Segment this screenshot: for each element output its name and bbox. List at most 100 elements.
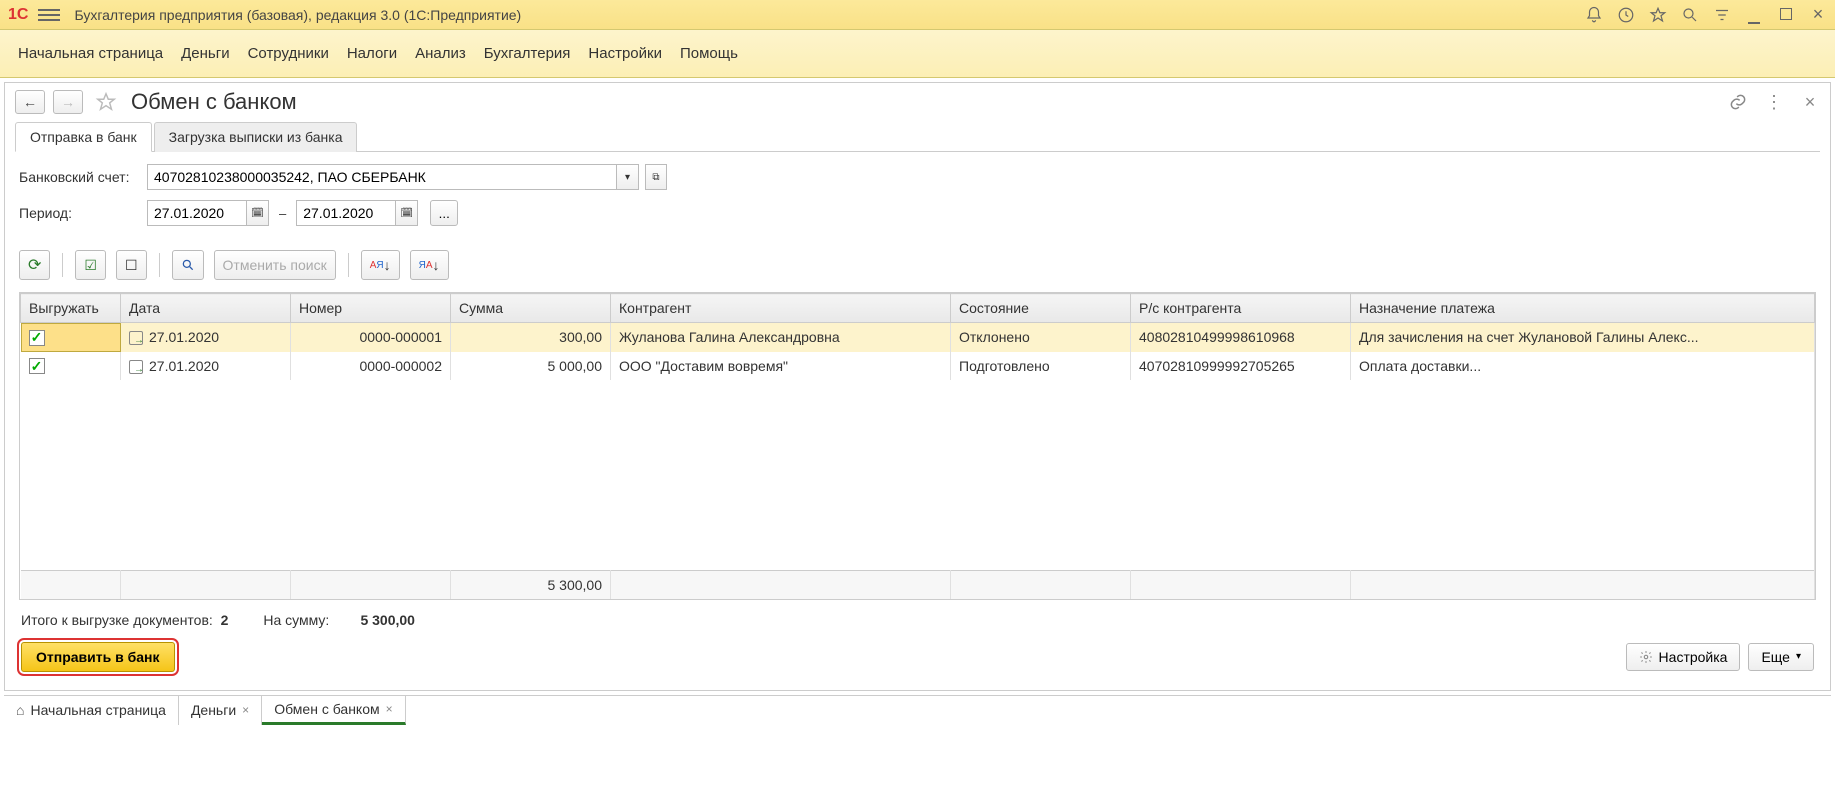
bank-account-label: Банковский счет: (19, 169, 147, 185)
total-sum-cell: 5 300,00 (451, 570, 611, 599)
menu-employees[interactable]: Сотрудники (248, 45, 329, 62)
documents-table: Выгружать Дата Номер Сумма Контрагент Со… (19, 292, 1816, 600)
cell-purpose: Для зачисления на счет Жулановой Галины … (1351, 323, 1815, 352)
maximize-button[interactable] (1777, 6, 1795, 24)
history-icon[interactable] (1617, 6, 1635, 24)
date-to-input[interactable] (296, 200, 396, 226)
filter-icon[interactable] (1713, 6, 1731, 24)
row-checkbox[interactable]: ✓ (29, 358, 45, 374)
app-title: Бухгалтерия предприятия (базовая), редак… (74, 7, 1585, 23)
refresh-button[interactable]: ⟳ (19, 250, 50, 280)
col-date[interactable]: Дата (121, 294, 291, 323)
summary-sum-value: 5 300,00 (360, 612, 415, 628)
period-label: Период: (19, 205, 147, 221)
summary-sum-label: На сумму: (263, 612, 329, 628)
menu-analysis[interactable]: Анализ (415, 45, 466, 62)
menu-money[interactable]: Деньги (181, 45, 229, 62)
sort-asc-button[interactable]: АЯ↓ (361, 250, 400, 280)
tab-send-to-bank[interactable]: Отправка в банк (15, 122, 152, 152)
tab-load-statement[interactable]: Загрузка выписки из банка (154, 122, 358, 152)
summary-docs-count: 2 (221, 612, 229, 628)
bottom-tab-home[interactable]: ⌂ Начальная страница (4, 696, 179, 725)
cell-purpose: Оплата доставки... (1351, 352, 1815, 381)
summary-docs-label: Итого к выгрузке документов: (21, 612, 213, 628)
bank-account-input[interactable] (147, 164, 617, 190)
title-bar: 1C Бухгалтерия предприятия (базовая), ре… (0, 0, 1835, 30)
menu-settings[interactable]: Настройки (588, 45, 662, 62)
table-empty-space (21, 380, 1815, 570)
sort-desc-button[interactable]: ЯА↓ (410, 250, 449, 280)
cell-cp-account: 40702810999992705265 (1131, 352, 1351, 381)
favorite-star-icon[interactable] (95, 91, 117, 113)
bank-account-open-button[interactable]: ⧉ (645, 164, 667, 190)
star-icon[interactable] (1649, 6, 1667, 24)
col-status[interactable]: Состояние (951, 294, 1131, 323)
bottom-tab-money[interactable]: Деньги × (179, 696, 262, 725)
cell-cp-account: 40802810499998610968 (1131, 323, 1351, 352)
col-counterparty[interactable]: Контрагент (611, 294, 951, 323)
chevron-down-icon: ▾ (1796, 651, 1801, 662)
settings-button[interactable]: Настройка (1626, 643, 1741, 671)
period-picker-button[interactable]: ... (430, 200, 458, 226)
bottom-tab-bank-label: Обмен с банком (274, 701, 379, 717)
bottom-tab-home-label: Начальная страница (30, 702, 165, 718)
logo-1c: 1C (8, 6, 28, 24)
close-button[interactable]: × (1809, 6, 1827, 24)
bell-icon[interactable] (1585, 6, 1603, 24)
cell-number: 0000-000002 (291, 352, 451, 381)
cell-date: 27.01.2020 (149, 329, 219, 345)
col-sum[interactable]: Сумма (451, 294, 611, 323)
nav-back-button[interactable]: ← (15, 90, 45, 114)
row-checkbox[interactable]: ✓ (29, 330, 45, 346)
uncheck-all-button[interactable]: ☐ (116, 250, 147, 280)
cell-date: 27.01.2020 (149, 358, 219, 374)
main-menu: Начальная страница Деньги Сотрудники Нал… (0, 30, 1835, 78)
date-from-calendar-button[interactable]: 🗓 (247, 200, 269, 226)
col-number[interactable]: Номер (291, 294, 451, 323)
table-row[interactable]: ✓ 27.01.2020 0000-000001 300,00 Жуланова… (21, 323, 1815, 352)
document-icon (129, 331, 143, 345)
bottom-tab-bank-exchange[interactable]: Обмен с банком × (262, 696, 405, 725)
bottom-tabs: ⌂ Начальная страница Деньги × Обмен с ба… (4, 695, 1831, 725)
table-totals-row: 5 300,00 (21, 570, 1815, 599)
col-export[interactable]: Выгружать (21, 294, 121, 323)
check-all-button[interactable]: ☑ (75, 250, 106, 280)
find-button[interactable] (172, 250, 204, 280)
page-title: Обмен с банком (131, 89, 1712, 115)
menu-taxes[interactable]: Налоги (347, 45, 397, 62)
close-page-button[interactable]: × (1800, 92, 1820, 112)
date-from-input[interactable] (147, 200, 247, 226)
cell-counterparty: Жуланова Галина Александровна (611, 323, 951, 352)
more-button[interactable]: Еще ▾ (1748, 643, 1814, 671)
date-to-calendar-button[interactable]: 🗓 (396, 200, 418, 226)
cell-sum: 5 000,00 (451, 352, 611, 381)
menu-help[interactable]: Помощь (680, 45, 738, 62)
bottom-tab-money-label: Деньги (191, 702, 236, 718)
cell-status: Подготовлено (951, 352, 1131, 381)
minimize-button[interactable] (1745, 6, 1763, 24)
col-cp-account[interactable]: Р/с контрагента (1131, 294, 1351, 323)
nav-forward-button[interactable]: → (53, 90, 83, 114)
send-to-bank-button[interactable]: Отправить в банк (21, 642, 175, 672)
bank-account-dropdown-button[interactable]: ▾ (617, 164, 639, 190)
table-row[interactable]: ✓ 27.01.2020 0000-000002 5 000,00 ООО "Д… (21, 352, 1815, 381)
menu-home[interactable]: Начальная страница (18, 45, 163, 62)
cell-number: 0000-000001 (291, 323, 451, 352)
settings-button-label: Настройка (1659, 649, 1728, 665)
kebab-icon[interactable]: ⋮ (1764, 92, 1784, 112)
cell-sum: 300,00 (451, 323, 611, 352)
cell-status: Отклонено (951, 323, 1131, 352)
period-dash: – (279, 206, 286, 221)
cell-counterparty: ООО "Доставим вовремя" (611, 352, 951, 381)
hamburger-icon[interactable] (38, 4, 60, 26)
search-icon[interactable] (1681, 6, 1699, 24)
menu-accounting[interactable]: Бухгалтерия (484, 45, 571, 62)
cancel-search-button[interactable]: Отменить поиск (214, 250, 336, 280)
close-icon[interactable]: × (386, 702, 393, 716)
link-icon[interactable] (1728, 92, 1748, 112)
close-icon[interactable]: × (242, 703, 249, 717)
content: ← → Обмен с банком ⋮ × Отправка в банк З… (4, 82, 1831, 691)
more-button-label: Еще (1761, 649, 1790, 665)
col-purpose[interactable]: Назначение платежа (1351, 294, 1815, 323)
home-icon: ⌂ (16, 702, 24, 718)
